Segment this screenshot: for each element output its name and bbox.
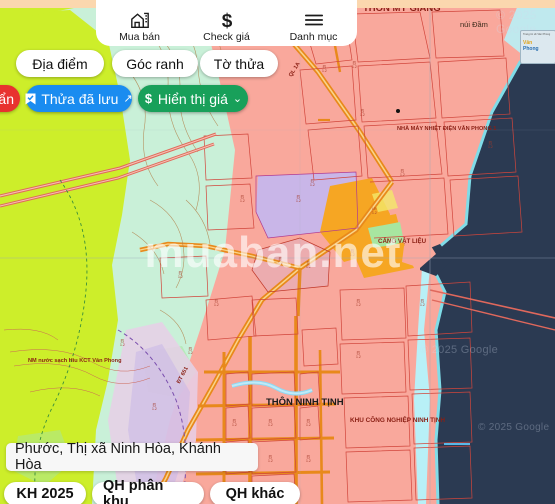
svg-text:$: $ — [221, 11, 232, 30]
bottom-filter-qh-khac-label: QH khác — [226, 486, 285, 502]
filter-hien-thi-gia-label: Hiển thị giá — [158, 91, 228, 107]
filter-to-thua[interactable]: Tờ thửa — [200, 50, 278, 77]
parcel-mark: 四1.2 — [268, 420, 273, 427]
dollar-icon-small: $ — [144, 92, 153, 105]
nav-item-check-gia[interactable]: $ Check giá — [185, 10, 269, 43]
nav-item-danh-muc[interactable]: Danh mục — [272, 10, 356, 43]
filter-thua-da-luu[interactable]: Thửa đã lưu ↗ — [26, 85, 132, 112]
external-link-icon: ↗ — [123, 92, 132, 105]
parcel-mark: 四1.2 — [322, 66, 327, 73]
filter-hien-thi-gia[interactable]: $ Hiển thị giá ⌄ — [138, 85, 248, 112]
filter-dia-diem[interactable]: Địa điểm — [16, 50, 104, 77]
parcel-mark: 四1.2 — [356, 300, 361, 307]
bottom-nav-card: Mua bán $ Check giá Danh mục — [96, 0, 357, 46]
bottom-filter-kh-2025[interactable]: KH 2025 — [4, 482, 86, 504]
map-info-card[interactable]: Trang tin về Vân Phong Vân Phong — [520, 30, 555, 64]
bottom-filter-qh-khac[interactable]: QH khác — [210, 482, 300, 504]
filter-goc-ranh[interactable]: Góc ranh — [112, 50, 198, 77]
parcel-mark: 四1.2 — [120, 340, 125, 347]
bookmark-check-icon — [25, 93, 36, 105]
filter-dia-diem-label: Địa điểm — [32, 56, 87, 72]
bottom-filter-kh-2025-label: KH 2025 — [16, 486, 73, 502]
parcel-mark: 四1.2 — [214, 300, 219, 307]
map-info-card-line3: Phong — [523, 46, 553, 52]
parcel-mark: 四1.2 — [306, 456, 311, 463]
map-info-card-line1: Trang tin về Vân Phong — [523, 33, 553, 36]
map-point-marker[interactable] — [396, 109, 400, 113]
filter-to-thua-label: Tờ thửa — [214, 56, 264, 72]
app-root: 四1.2 四1.2 四1.2 四1.2 四1.2 四1.2 四1.2 四1.2 … — [0, 0, 555, 504]
nav-label-check-gia: Check giá — [203, 32, 250, 43]
parcel-mark: 四1.2 — [360, 110, 365, 117]
bottom-filter-qh-phan-khu[interactable]: QH phân khu — [92, 482, 204, 504]
parcel-mark: 四1.2 — [356, 352, 361, 359]
store-icon — [130, 10, 150, 30]
parcel-mark: 四1.2 — [232, 420, 237, 427]
parcel-mark: 四1.2 — [350, 250, 355, 257]
parcel-mark: 四1.2 — [296, 196, 301, 203]
menu-icon — [304, 10, 324, 30]
parcel-mark: 四1.2 — [178, 272, 183, 279]
address-bar[interactable]: Phước, Thị xã Ninh Hòa, Khánh Hòa — [6, 443, 258, 471]
parcel-mark: 四1.2 — [278, 258, 283, 265]
parcel-mark: 四1.2 — [268, 456, 273, 463]
filter-goc-ranh-label: Góc ranh — [126, 56, 184, 72]
parcel-mark: LR1.2 — [372, 208, 377, 215]
parcel-mark: 四1.2 — [306, 262, 311, 269]
parcel-mark: 四1.2 — [306, 420, 311, 427]
parcel-mark: 四1.2 — [152, 404, 157, 411]
filter-an-label: ẩn — [0, 91, 14, 107]
chevron-down-icon: ⌄ — [233, 92, 242, 105]
svg-text:$: $ — [145, 92, 153, 105]
bottom-filter-qh-phan-khu-label: QH phân khu — [103, 478, 193, 504]
parcel-mark: 四1.2 — [420, 300, 425, 307]
parcel-mark: 四1.2 — [310, 180, 315, 187]
parcel-mark: 四1.2 — [488, 142, 493, 149]
parcel-mark: 四1.2 — [400, 170, 405, 177]
parcel-mark: 四1.2 — [188, 348, 193, 355]
nav-label-mua-ban: Mua bán — [119, 32, 160, 43]
parcel-mark: 四1.2 — [240, 196, 245, 203]
filter-thua-da-luu-label: Thửa đã lưu — [41, 91, 118, 107]
nav-label-danh-muc: Danh mục — [290, 32, 338, 43]
nav-item-mua-ban[interactable]: Mua bán — [98, 10, 182, 43]
address-bar-value: Phước, Thị xã Ninh Hòa, Khánh Hòa — [15, 441, 249, 473]
parcel-mark: 四1.2 — [352, 62, 357, 69]
dollar-icon: $ — [219, 10, 235, 30]
